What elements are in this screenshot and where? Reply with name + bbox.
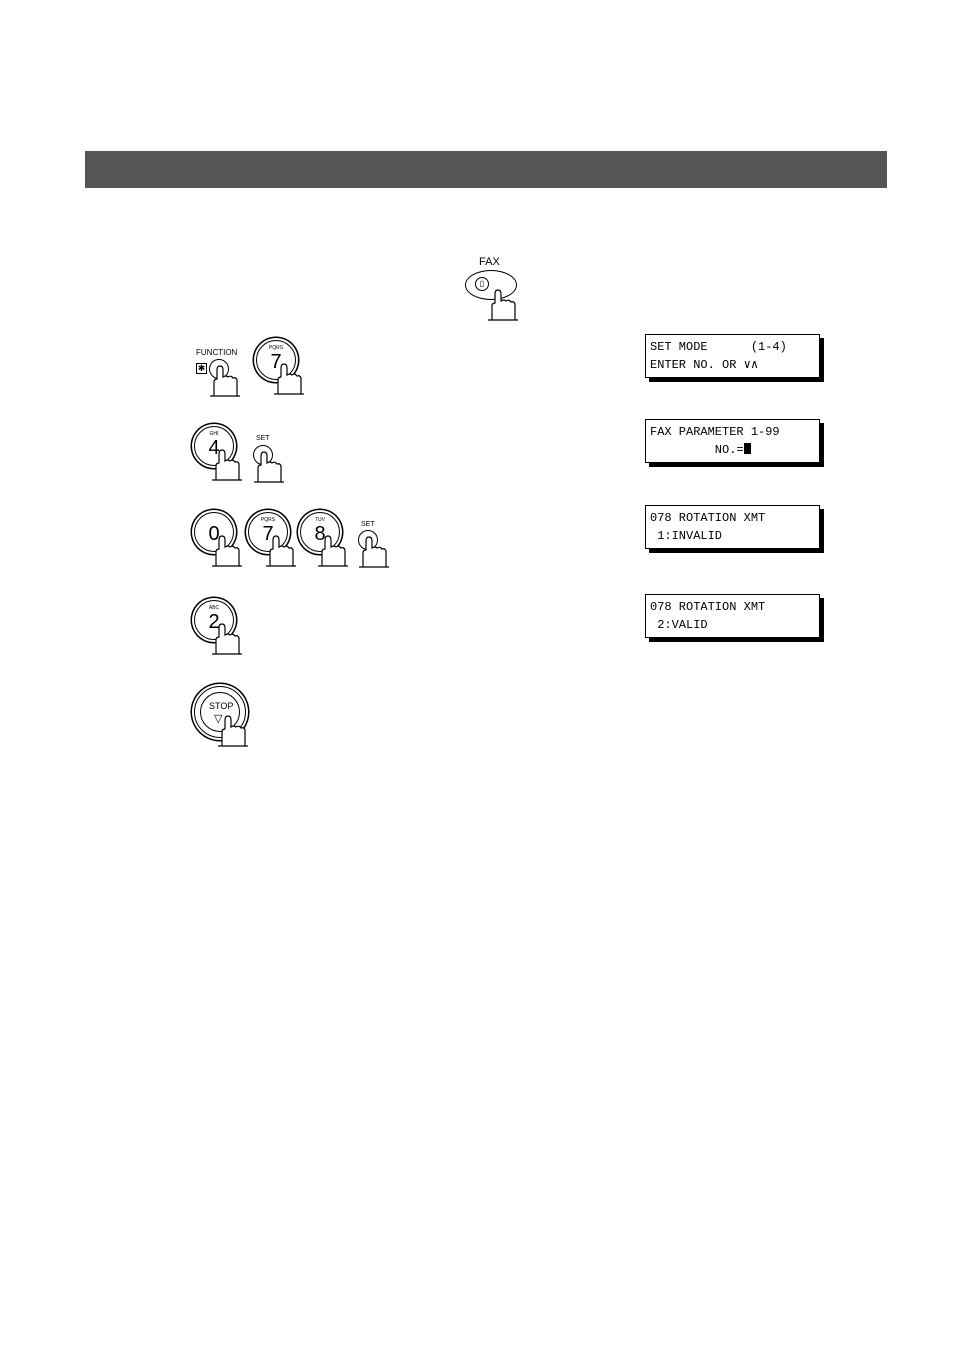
lcd-line-1: FAX PARAMETER 1-99: [650, 425, 780, 439]
lcd-display: 078 ROTATION XMT 1:INVALID: [645, 505, 820, 549]
star-icon: ✱: [196, 363, 207, 374]
section-header-bar: [85, 151, 887, 188]
pointing-hand-icon: [274, 362, 304, 396]
lcd-display: FAX PARAMETER 1-99 NO.=: [645, 419, 820, 463]
lcd-display: 078 ROTATION XMT 2:VALID: [645, 594, 820, 638]
pointing-hand-icon: [212, 534, 242, 568]
lcd-line-2: NO.=: [650, 443, 744, 457]
pointing-hand-icon: [488, 288, 518, 322]
cursor-block: [743, 443, 751, 454]
function-key-label: FUNCTION: [196, 348, 238, 357]
pointing-hand-icon: [359, 535, 389, 569]
lcd-line-1: SET MODE (1-4): [650, 340, 787, 354]
lcd-line-1: 078 ROTATION XMT: [650, 511, 766, 525]
set-key-label: SET: [361, 521, 375, 528]
pointing-hand-icon: [212, 622, 242, 656]
set-key-label: SET: [256, 435, 270, 442]
lcd-display: SET MODE (1-4) ENTER NO. OR ∨∧: [645, 334, 820, 378]
fax-button-label: FAX: [479, 256, 500, 268]
pointing-hand-icon: [218, 714, 248, 748]
fax-document-icon: ▯: [475, 277, 489, 291]
lcd-line-2: 1:INVALID: [650, 529, 723, 543]
pointing-hand-icon: [212, 448, 242, 482]
lcd-line-2: ENTER NO. OR ∨∧: [650, 358, 759, 372]
lcd-line-2: 2:VALID: [650, 618, 708, 632]
pointing-hand-icon: [210, 364, 240, 398]
lcd-line-1: 078 ROTATION XMT: [650, 600, 766, 614]
pointing-hand-icon: [254, 450, 284, 484]
pointing-hand-icon: [318, 534, 348, 568]
stop-key-label: STOP: [209, 701, 234, 711]
pointing-hand-icon: [266, 534, 296, 568]
